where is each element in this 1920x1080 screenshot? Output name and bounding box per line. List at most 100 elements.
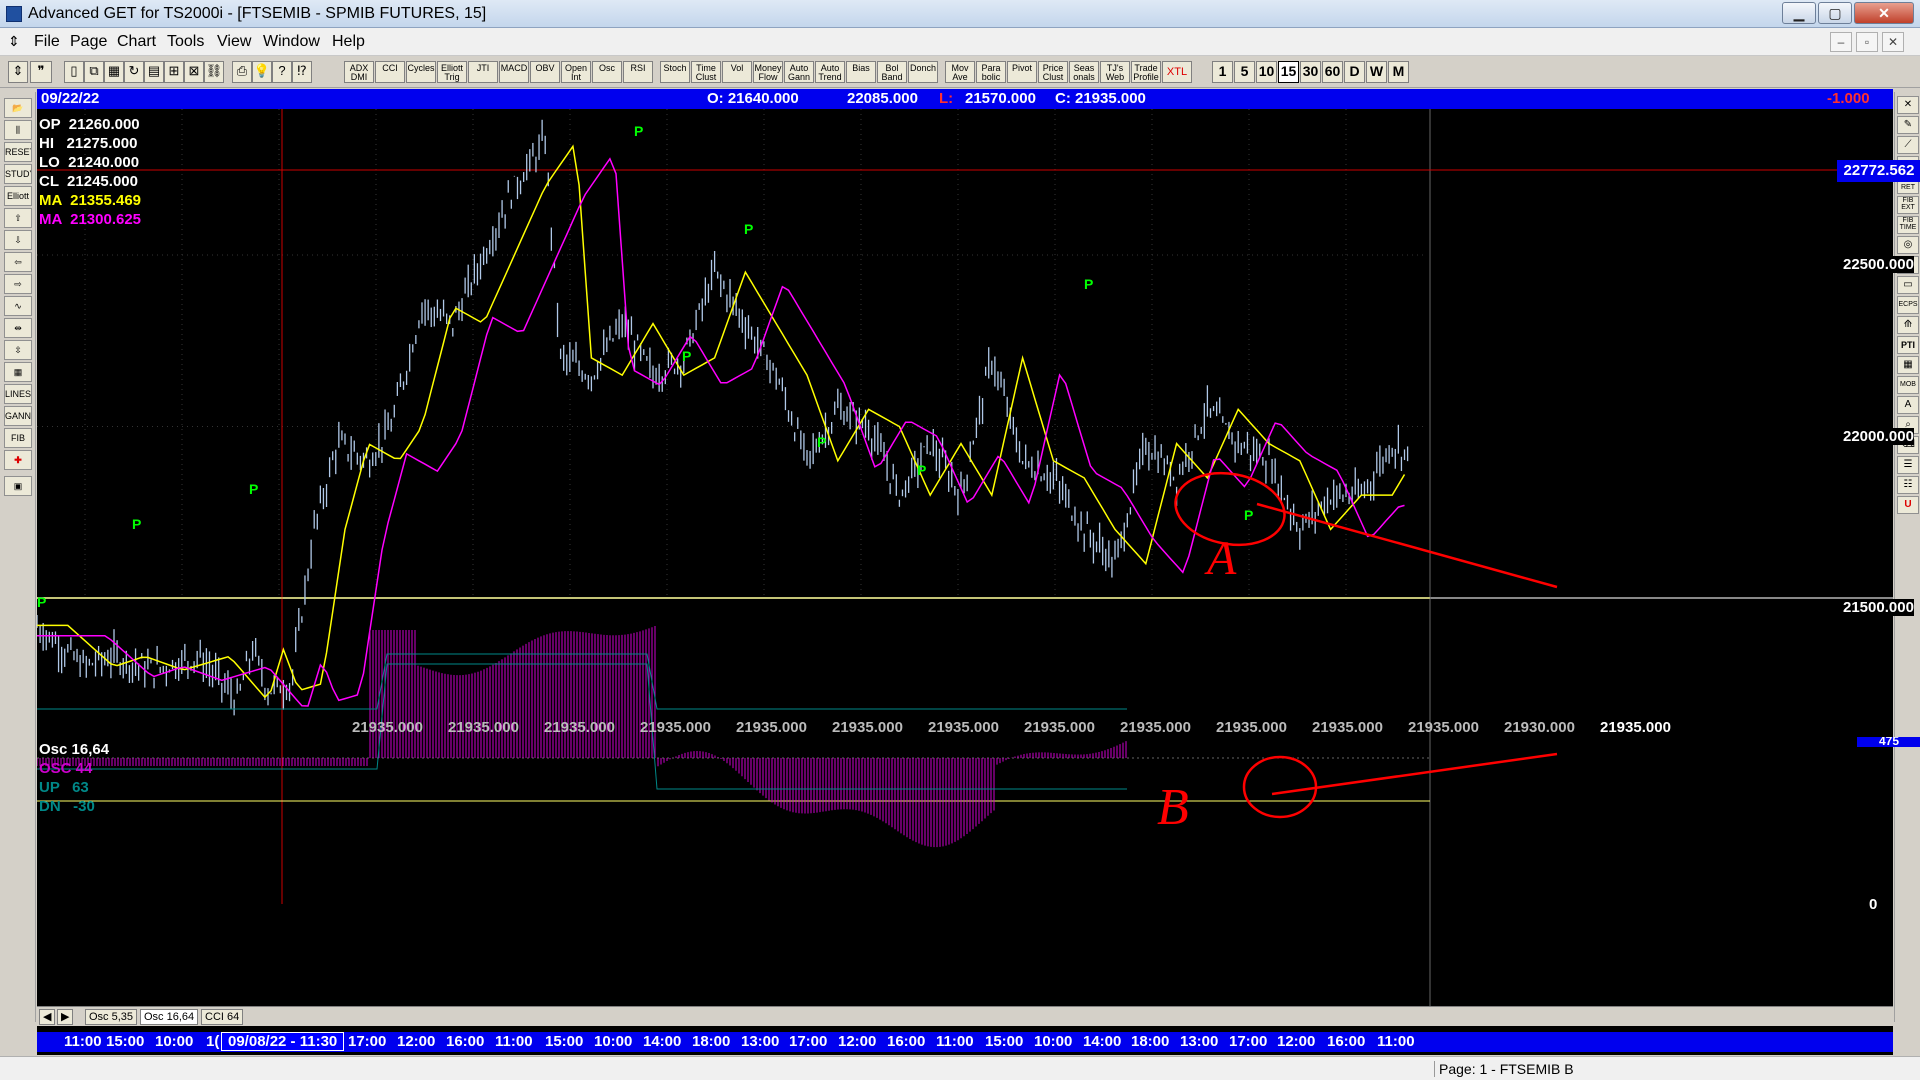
mdi-restore-button[interactable]: ▫: [1856, 32, 1878, 52]
bars-icon[interactable]: ⫼: [4, 120, 32, 140]
undo-icon[interactable]: U: [1897, 496, 1919, 514]
refresh-icon[interactable]: ↻: [124, 61, 144, 83]
study-button-bol-band[interactable]: Bol Band: [877, 61, 907, 83]
study-button-open-int[interactable]: Open Int: [561, 61, 591, 83]
study-button-cci[interactable]: CCI: [375, 61, 405, 83]
interval-button-w[interactable]: W: [1366, 61, 1387, 83]
study-button-bias[interactable]: Bias: [846, 61, 876, 83]
tab-osc-5-35[interactable]: Osc 5,35: [85, 1009, 138, 1025]
study-button-time-clust[interactable]: Time Clust: [691, 61, 721, 83]
study-button-para-bolic[interactable]: Para bolic: [976, 61, 1006, 83]
elliott-button[interactable]: Elliott: [4, 186, 32, 206]
study-button-macd[interactable]: MACD: [499, 61, 529, 83]
close-button[interactable]: ✕: [1854, 2, 1914, 24]
arrow-up-icon[interactable]: ⇧: [4, 208, 32, 228]
zoom-icon[interactable]: ⊞: [164, 61, 184, 83]
study-button-jti[interactable]: JTI: [468, 61, 498, 83]
tab-osc-16-64[interactable]: Osc 16,64: [140, 1009, 199, 1025]
arrow-down-icon[interactable]: ⇩: [4, 230, 32, 250]
tile-icon[interactable]: ⊠: [184, 61, 204, 83]
box-icon[interactable]: ▭: [1897, 276, 1919, 294]
mdi-minimize-button[interactable]: –: [1830, 32, 1852, 52]
expand-v-icon[interactable]: ⇳: [4, 340, 32, 360]
study-button-elliott-trig[interactable]: Elliott Trig: [437, 61, 467, 83]
arrow-right-icon[interactable]: ⇨: [4, 274, 32, 294]
study-button-vol[interactable]: Vol: [722, 61, 752, 83]
menu-tools[interactable]: Tools: [167, 33, 204, 51]
menu-help[interactable]: Help: [332, 33, 365, 51]
study-button-tj-s-web[interactable]: TJ's Web: [1100, 61, 1130, 83]
study-button-trade-profile[interactable]: Trade Profile: [1131, 61, 1161, 83]
interval-button-10[interactable]: 10: [1256, 61, 1277, 83]
text-tool-icon[interactable]: A: [1897, 396, 1919, 414]
interval-button-5[interactable]: 5: [1234, 61, 1255, 83]
interval-button-60[interactable]: 60: [1322, 61, 1343, 83]
close-tool-icon[interactable]: ✕: [1897, 96, 1919, 114]
menu-view[interactable]: View: [217, 33, 251, 51]
new-page-icon[interactable]: ▯: [64, 61, 84, 83]
arrow-left-icon[interactable]: ⇦: [4, 252, 32, 272]
study-button-seas-onals[interactable]: Seas onals: [1069, 61, 1099, 83]
tab-scroll-right[interactable]: ▶: [57, 1009, 74, 1025]
fib-button[interactable]: FIB: [4, 428, 32, 448]
magnet-icon[interactable]: ⟰: [1897, 316, 1919, 334]
interval-button-d[interactable]: D: [1344, 61, 1365, 83]
copy-icon[interactable]: ⧉: [84, 61, 104, 83]
interval-button-15[interactable]: 15: [1278, 61, 1299, 83]
study-button-adx-dmi[interactable]: ADX DMI: [344, 61, 374, 83]
study-button-rsi[interactable]: RSI: [623, 61, 653, 83]
study-button-auto-gann[interactable]: Auto Gann: [784, 61, 814, 83]
pti-button[interactable]: PTI: [1897, 336, 1919, 354]
calculator-icon[interactable]: ▣: [4, 476, 32, 496]
link-icon[interactable]: ⛓: [204, 61, 224, 83]
interval-button-30[interactable]: 30: [1300, 61, 1321, 83]
chart-icon[interactable]: ▦: [104, 61, 124, 83]
menu-chart[interactable]: Chart: [117, 33, 156, 51]
study-button-mov-ave[interactable]: Mov Ave: [945, 61, 975, 83]
context-help-icon[interactable]: ⁉: [292, 61, 312, 83]
menu-page[interactable]: Page: [70, 33, 107, 51]
minimize-button[interactable]: ▁: [1782, 2, 1816, 24]
tab-scroll-left[interactable]: ◀: [39, 1009, 56, 1025]
study-button-auto-trend[interactable]: Auto Trend: [815, 61, 845, 83]
pencil-icon[interactable]: ✎: [1897, 116, 1919, 134]
study-button-xtl[interactable]: XTL: [1162, 61, 1192, 83]
bulb-icon[interactable]: 💡: [252, 61, 272, 83]
mdi-close-button[interactable]: ✕: [1882, 32, 1904, 52]
study-button-money-flow[interactable]: Money Flow: [753, 61, 783, 83]
lines-button[interactable]: LINES: [4, 384, 32, 404]
reset-button[interactable]: RESET: [4, 142, 32, 162]
study-button-donch[interactable]: Donch: [908, 61, 938, 83]
interval-button-m[interactable]: M: [1388, 61, 1409, 83]
expand-h-icon[interactable]: ⇹: [4, 318, 32, 338]
maximize-button[interactable]: ▢: [1818, 2, 1852, 24]
tab-cci-64[interactable]: CCI 64: [201, 1009, 244, 1025]
folder-icon[interactable]: 📂: [4, 98, 32, 118]
study-button-osc[interactable]: Osc: [592, 61, 622, 83]
help-icon[interactable]: ?: [272, 61, 292, 83]
study-button-price-clust[interactable]: Price Clust: [1038, 61, 1068, 83]
table-icon[interactable]: ▦: [1897, 356, 1919, 374]
list-icon[interactable]: ☰: [1897, 456, 1919, 474]
grid-icon[interactable]: ▦: [4, 362, 32, 382]
wave-icon[interactable]: ∿: [4, 296, 32, 316]
study-button-stoch[interactable]: Stoch: [660, 61, 690, 83]
fib-time-button[interactable]: FIB TIME: [1897, 216, 1919, 234]
ecps-button[interactable]: ECPS: [1897, 296, 1919, 314]
menu-file[interactable]: File: [34, 33, 60, 51]
interval-button-1[interactable]: 1: [1212, 61, 1233, 83]
layout-icon[interactable]: ▤: [144, 61, 164, 83]
study-button-pivot[interactable]: Pivot: [1007, 61, 1037, 83]
line-tool-icon[interactable]: ⟋: [1897, 136, 1919, 154]
study-button-obv[interactable]: OBV: [530, 61, 560, 83]
pointer-icon[interactable]: ⇕: [8, 61, 28, 83]
study-button-cycles[interactable]: Cycles: [406, 61, 436, 83]
spiral-icon[interactable]: ◎: [1897, 236, 1919, 254]
dual-list-icon[interactable]: ☷: [1897, 476, 1919, 494]
study-button[interactable]: STUDY: [4, 164, 32, 184]
fib-ext-button[interactable]: FIB EXT: [1897, 196, 1919, 214]
mdi-icon[interactable]: ⇕: [8, 33, 20, 50]
menu-window[interactable]: Window: [263, 33, 320, 51]
gann-button[interactable]: GANN: [4, 406, 32, 426]
quote-icon[interactable]: ❞: [30, 61, 52, 83]
